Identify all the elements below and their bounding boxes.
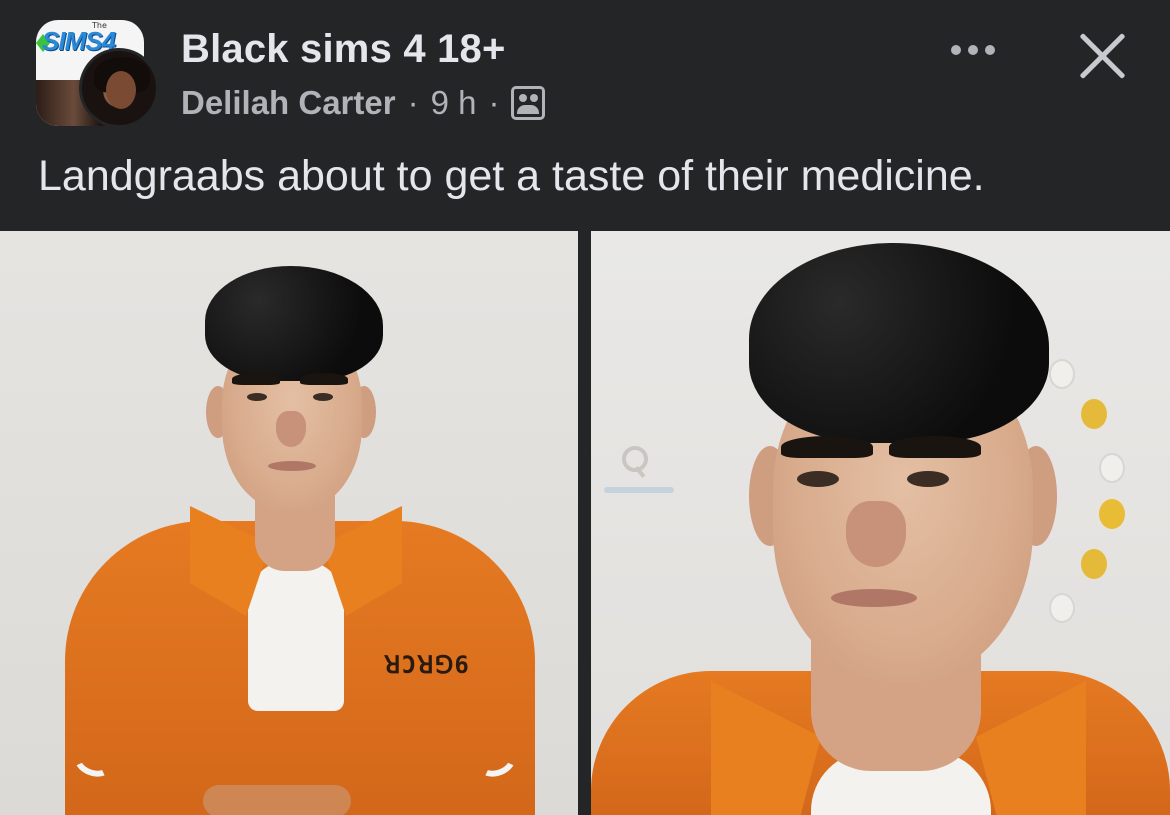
cas-toolbar: [203, 785, 351, 815]
more-icon: [951, 45, 961, 55]
more-icon: [968, 45, 978, 55]
post-meta: Delilah Carter · 9 h ·: [181, 84, 546, 122]
post-caption: Landgraabs about to get a taste of their…: [38, 152, 985, 200]
group-name-link[interactable]: Black sims 4 18+: [181, 27, 506, 72]
post-photos: ꓤƆꓤꓨ6: [0, 231, 1170, 815]
hair-swatch[interactable]: [1081, 399, 1107, 429]
meta-separator: ·: [488, 84, 500, 121]
author-name-link[interactable]: Delilah Carter: [181, 84, 396, 122]
eye: [907, 471, 949, 487]
audience-icon: [511, 86, 546, 120]
mouth: [268, 461, 316, 471]
nose: [846, 501, 906, 567]
hair-swatch[interactable]: [1049, 359, 1075, 389]
eye: [797, 471, 839, 487]
brow: [889, 436, 981, 458]
post-time[interactable]: 9 h: [431, 84, 477, 122]
eye: [247, 393, 267, 401]
hair: [205, 266, 383, 381]
eye: [313, 393, 333, 401]
author-avatar[interactable]: [79, 48, 159, 128]
hair-swatch[interactable]: [1099, 453, 1125, 483]
hair-swatch[interactable]: [1081, 549, 1107, 579]
search-hint-bar: [604, 487, 674, 493]
nose: [276, 411, 306, 447]
brow: [781, 436, 873, 458]
hair: [749, 243, 1049, 443]
close-icon[interactable]: [1076, 28, 1130, 82]
tshirt: [248, 561, 344, 711]
search-icon[interactable]: [620, 444, 650, 474]
brow: [232, 373, 280, 385]
hair-swatch[interactable]: [1099, 499, 1125, 529]
mouth: [831, 589, 917, 607]
photo-right[interactable]: [591, 231, 1170, 815]
post-header: The SIMS4 Black sims 4 18+ Delilah Carte…: [0, 0, 1170, 200]
meta-separator: ·: [407, 84, 419, 121]
photo-left[interactable]: ꓤƆꓤꓨ6: [0, 231, 578, 815]
more-icon: [985, 45, 995, 55]
inmate-number: ꓤƆꓤꓨ6: [384, 651, 470, 679]
brow: [300, 373, 348, 385]
more-options-button[interactable]: [943, 30, 1003, 70]
avatar-face: [106, 71, 136, 109]
hair-swatch[interactable]: [1049, 593, 1075, 623]
